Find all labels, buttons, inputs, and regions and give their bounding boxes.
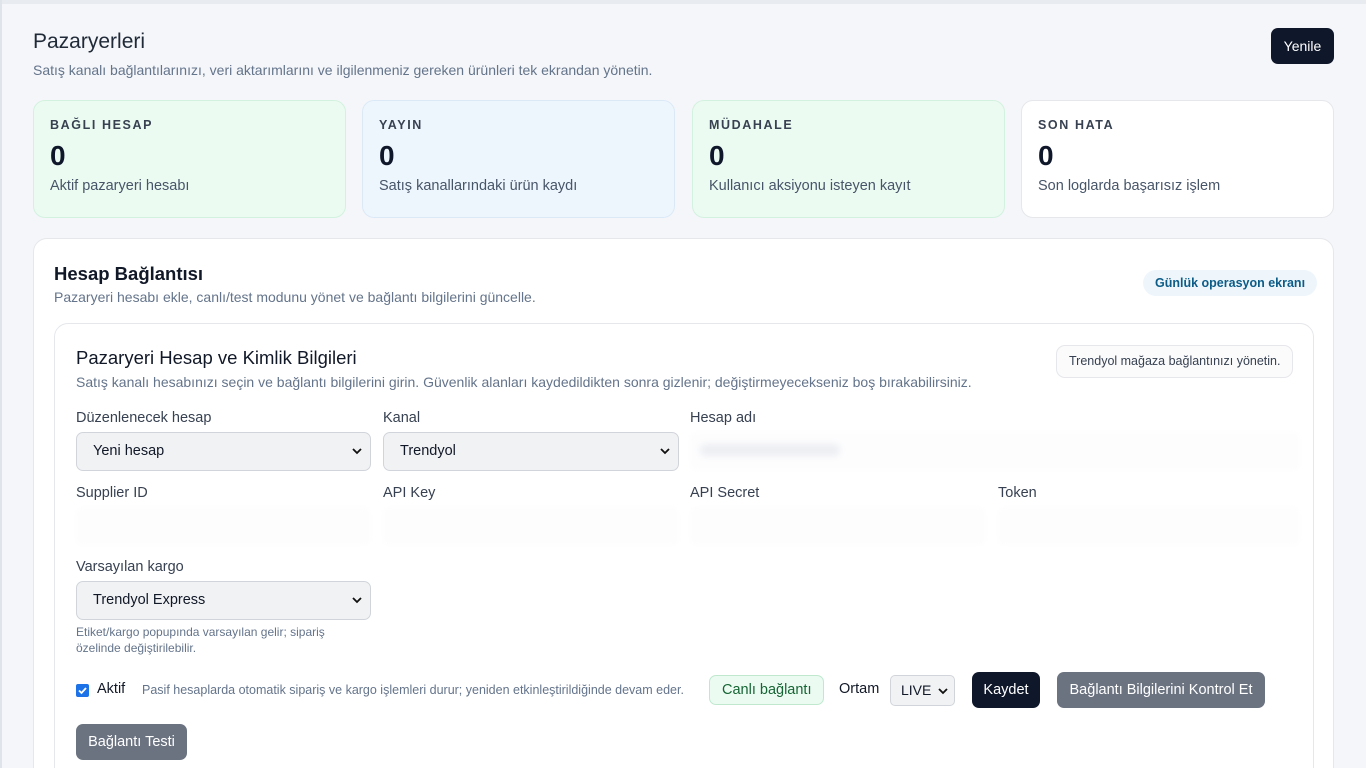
chevron-down-icon xyxy=(352,597,362,604)
channel-select-label: Kanal xyxy=(383,410,421,426)
check-credentials-button[interactable]: Bağlantı Bilgilerini Kontrol Et xyxy=(1057,672,1265,708)
credentials-form: Pazaryeri Hesap ve Kimlik Bilgileri Satı… xyxy=(54,323,1314,768)
panel-title: Hesap Bağlantısı xyxy=(54,263,204,284)
chevron-down-icon xyxy=(938,688,948,695)
environment-label: Ortam xyxy=(839,681,880,697)
blurred-value xyxy=(700,444,840,456)
account-name-label: Hesap adı xyxy=(690,410,757,426)
account-select-value: Yeni hesap xyxy=(93,443,165,459)
connection-test-button[interactable]: Bağlantı Testi xyxy=(76,724,187,760)
default-cargo-value: Trendyol Express xyxy=(93,592,206,608)
stat-value: 0 xyxy=(709,140,725,171)
stat-label: MÜDAHALE xyxy=(709,118,794,132)
form-title: Pazaryeri Hesap ve Kimlik Bilgileri xyxy=(76,347,357,368)
operations-badge: Günlük operasyon ekranı xyxy=(1143,270,1318,296)
save-button[interactable]: Kaydet xyxy=(972,672,1040,708)
panel-subtitle: Pazaryeri hesabı ekle, canlı/test modunu… xyxy=(54,289,536,305)
environment-select[interactable]: LIVE xyxy=(890,675,955,706)
stat-label: YAYIN xyxy=(379,118,423,132)
chevron-down-icon xyxy=(352,448,362,455)
default-cargo-select[interactable]: Trendyol Express xyxy=(76,581,371,620)
page-subtitle: Satış kanalı bağlantılarınızı, veri akta… xyxy=(33,62,653,78)
stat-description: Aktif pazaryeri hesabı xyxy=(50,178,190,194)
active-label: Aktif xyxy=(97,681,126,697)
channel-select[interactable]: Trendyol xyxy=(383,432,679,471)
default-cargo-label: Varsayılan kargo xyxy=(76,559,184,575)
api-key-input[interactable] xyxy=(383,507,679,545)
active-checkbox[interactable] xyxy=(76,684,89,697)
page-title: Pazaryerleri xyxy=(33,30,146,53)
stat-card-last-error: SON HATA 0 Son loglarda başarısız işlem xyxy=(1021,100,1334,218)
supplier-id-input[interactable] xyxy=(76,507,371,545)
stat-card-intervention: MÜDAHALE 0 Kullanıcı aksiyonu isteyen ka… xyxy=(692,100,1005,218)
form-subtitle: Satış kanalı hesabınızı seçin ve bağlant… xyxy=(76,374,972,390)
check-icon xyxy=(78,687,87,695)
stat-description: Satış kanallarındaki ürün kaydı xyxy=(379,178,578,194)
account-select[interactable]: Yeni hesap xyxy=(76,432,371,471)
top-edge xyxy=(0,0,1366,4)
api-key-label: API Key xyxy=(383,485,436,501)
refresh-button[interactable]: Yenile xyxy=(1271,28,1334,64)
stat-card-connected-accounts: BAĞLI HESAP 0 Aktif pazaryeri hesabı xyxy=(33,100,346,218)
stat-description: Kullanıcı aksiyonu isteyen kayıt xyxy=(709,178,911,194)
account-name-input[interactable] xyxy=(690,432,1300,470)
supplier-id-label: Supplier ID xyxy=(76,485,148,501)
account-select-label: Düzenlenecek hesap xyxy=(76,410,212,426)
stat-label: SON HATA xyxy=(1038,118,1115,132)
chevron-down-icon xyxy=(660,448,670,455)
environment-value: LIVE xyxy=(901,682,932,698)
left-edge xyxy=(0,0,2,768)
stat-value: 0 xyxy=(50,140,66,171)
token-input[interactable] xyxy=(998,507,1300,545)
active-note: Pasif hesaplarda otomatik sipariş ve kar… xyxy=(142,683,684,697)
stat-card-listings: YAYIN 0 Satış kanallarındaki ürün kaydı xyxy=(362,100,675,218)
manage-store-note: Trendyol mağaza bağlantınızı yönetin. xyxy=(1056,345,1294,378)
live-connection-badge: Canlı bağlantı xyxy=(709,675,825,705)
cargo-hint: Etiket/kargo popupında varsayılan gelir;… xyxy=(76,625,325,655)
stat-description: Son loglarda başarısız işlem xyxy=(1038,178,1221,194)
stat-label: BAĞLI HESAP xyxy=(50,118,154,132)
token-label: Token xyxy=(998,485,1037,501)
api-secret-input[interactable] xyxy=(690,507,986,545)
stat-value: 0 xyxy=(1038,140,1054,171)
account-connection-panel: Hesap Bağlantısı Pazaryeri hesabı ekle, … xyxy=(33,238,1334,768)
channel-select-value: Trendyol xyxy=(400,443,456,459)
api-secret-label: API Secret xyxy=(690,485,760,501)
stat-value: 0 xyxy=(379,140,395,171)
